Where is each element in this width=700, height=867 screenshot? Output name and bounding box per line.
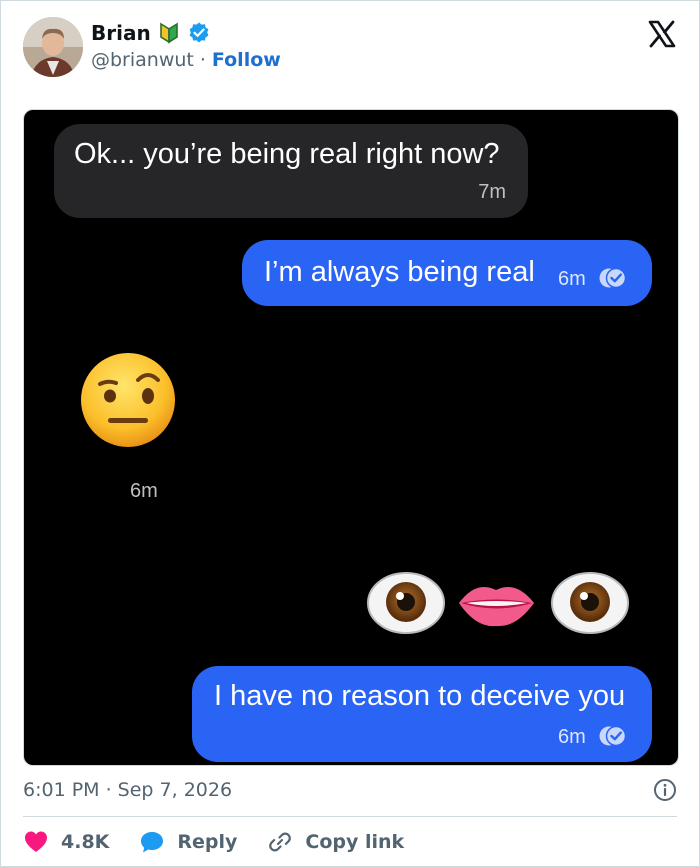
- author-name-row: Brian: [91, 21, 211, 45]
- author-handle[interactable]: @brianwut: [91, 49, 194, 71]
- heart-icon: [25, 831, 47, 852]
- follow-button[interactable]: Follow: [212, 49, 281, 71]
- message-text: I’m always being real: [264, 256, 535, 288]
- reply-label: Reply: [177, 831, 238, 853]
- tweet-actions: 4.8K Reply Copy link: [23, 827, 434, 857]
- author-handle-row: @brianwut · Follow: [91, 49, 281, 71]
- avatar[interactable]: [23, 17, 83, 77]
- copy-link-button[interactable]: Copy link: [267, 829, 404, 855]
- like-button[interactable]: 4.8K: [23, 829, 109, 855]
- incoming-message-bubble: Ok... you’re being real right now? 7m: [54, 124, 528, 218]
- speech-bubble-icon: [141, 832, 164, 853]
- message-text: Ok... you’re being real right now?: [74, 138, 500, 170]
- reply-button[interactable]: Reply: [139, 829, 237, 855]
- x-logo-icon[interactable]: [647, 19, 677, 49]
- message-time: 6m: [558, 268, 586, 290]
- read-receipt-icon: [599, 725, 627, 747]
- verified-badge-icon: [189, 22, 209, 43]
- link-icon: [269, 832, 292, 852]
- outgoing-message-bubble: I have no reason to deceive you 6m: [192, 666, 652, 762]
- message-time: 7m: [478, 181, 506, 203]
- author-display-name[interactable]: Brian: [91, 21, 151, 45]
- message-text: I have no reason to deceive you: [214, 680, 626, 712]
- divider: [23, 816, 677, 817]
- tweet-card: Brian @brianwut · Follow Ok... you’re be…: [0, 0, 700, 867]
- read-receipt-icon: [599, 267, 627, 289]
- outgoing-message-bubble: I’m always being real 6m: [242, 240, 652, 306]
- separator-dot: ·: [199, 49, 206, 71]
- eye-lips-eye-emoji-icon: [367, 572, 629, 634]
- beginner-symbol-icon: [159, 22, 178, 44]
- tweet-media-image[interactable]: Ok... you’re being real right now? 7m I’…: [23, 109, 679, 766]
- like-count: 4.8K: [61, 831, 110, 853]
- info-icon[interactable]: [653, 778, 677, 802]
- message-time: 6m: [558, 726, 586, 748]
- tweet-timestamp[interactable]: 6:01 PM · Sep 7, 2026: [23, 779, 232, 801]
- raised-eyebrow-emoji-icon: [81, 353, 175, 447]
- avatar-photo: [23, 17, 83, 77]
- copy-link-label: Copy link: [305, 831, 405, 853]
- message-time: 6m: [130, 480, 158, 502]
